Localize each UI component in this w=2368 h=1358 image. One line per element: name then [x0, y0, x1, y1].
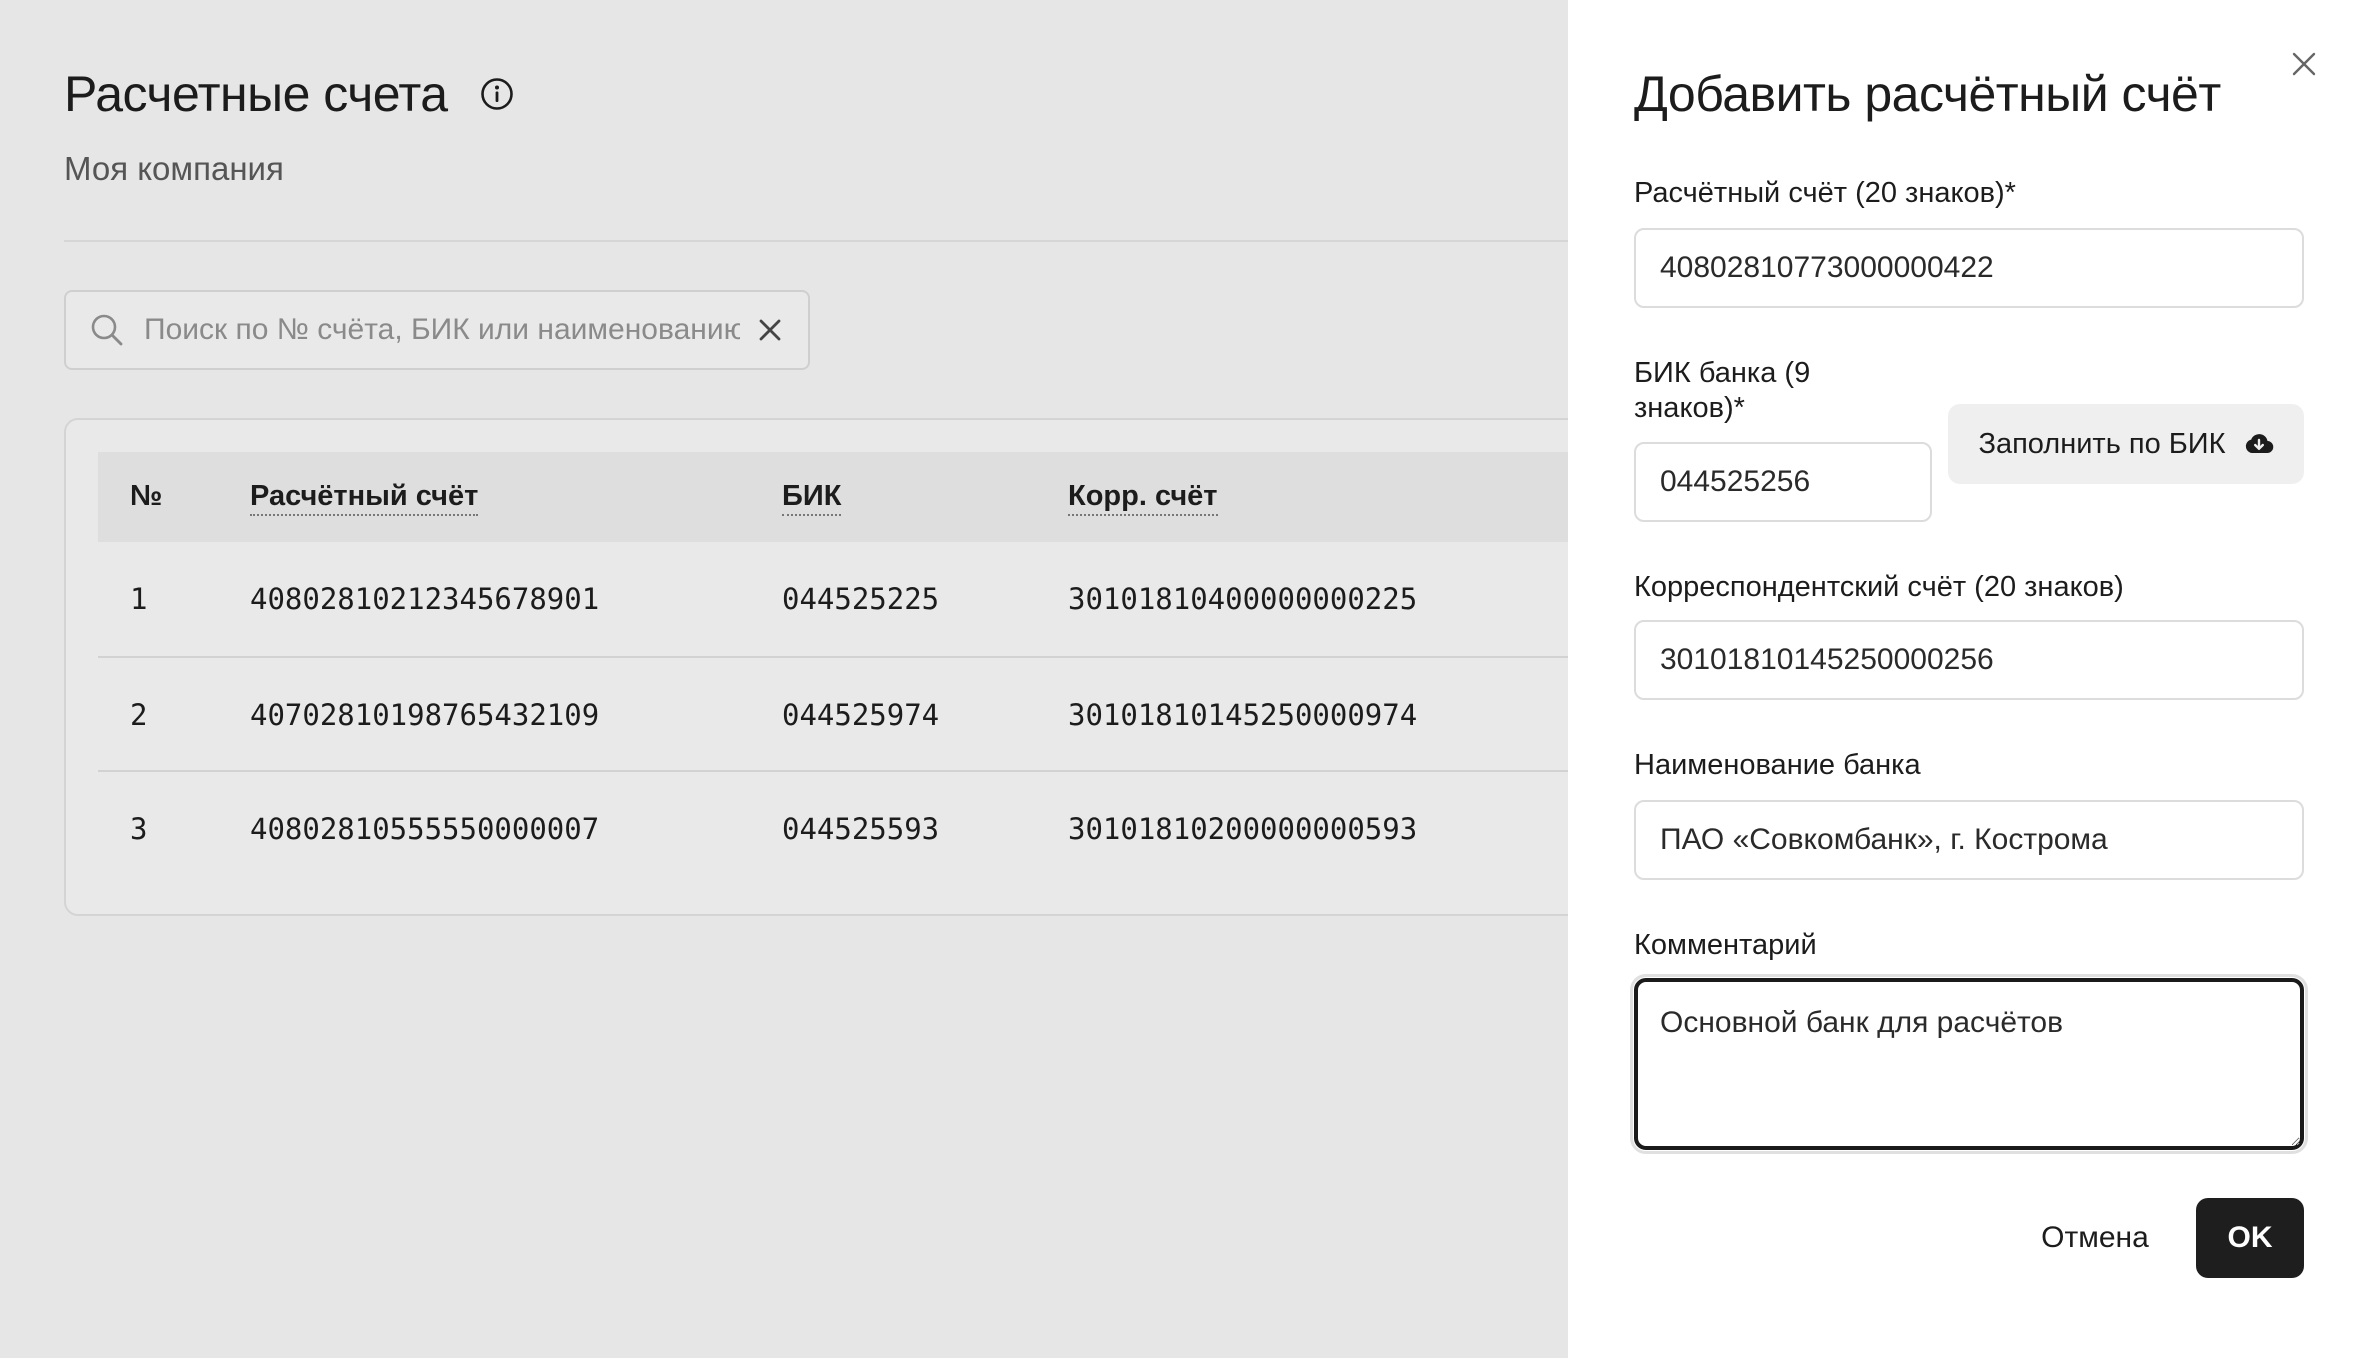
- cell-bik: 044525225: [782, 582, 940, 616]
- bank-name-field[interactable]: [1634, 800, 2304, 880]
- fill-by-bik-button[interactable]: Заполнить по БИК: [1948, 404, 2304, 484]
- page-title-row: Расчетные счета: [64, 62, 514, 126]
- search-input[interactable]: [142, 312, 742, 348]
- close-icon[interactable]: [2288, 48, 2320, 80]
- drawer-title: Добавить расчётный счёт: [1634, 66, 2221, 122]
- corr-account-label: Корреспондентский счёт (20 знаков): [1634, 571, 2124, 603]
- column-header-account[interactable]: Расчётный счёт: [250, 480, 479, 516]
- page-subtitle: Моя компания: [64, 150, 284, 187]
- cell-number: 1: [130, 582, 148, 616]
- cancel-button[interactable]: Отмена: [2020, 1198, 2170, 1278]
- divider: [64, 240, 1584, 242]
- bank-name-label: Наименование банка: [1634, 749, 1921, 781]
- corr-account-field[interactable]: [1634, 620, 2304, 700]
- column-header-corr[interactable]: Корр. счёт: [1068, 480, 1218, 516]
- column-header-number: №: [130, 480, 163, 512]
- comment-field[interactable]: Основной банк для расчётов: [1630, 974, 2308, 1154]
- cell-account: 40702810198765432109: [250, 698, 600, 732]
- cloud-download-icon: [2244, 431, 2274, 457]
- ok-button[interactable]: OK: [2196, 1198, 2304, 1278]
- search-box: [64, 290, 810, 370]
- fill-by-bik-label: Заполнить по БИК: [1978, 427, 2226, 460]
- column-header-bik[interactable]: БИК: [782, 480, 842, 516]
- page-title: Расчетные счета: [64, 66, 448, 122]
- cell-account: 40802810212345678901: [250, 582, 600, 616]
- account-label: Расчётный счёт (20 знаков)*: [1634, 177, 2016, 209]
- cell-number: 2: [130, 698, 148, 732]
- bik-field[interactable]: [1634, 442, 1932, 522]
- cell-corr: 30101810145250000974: [1068, 698, 1418, 732]
- cell-account: 40802810555550000007: [250, 812, 600, 846]
- cell-corr: 30101810200000000593: [1068, 812, 1418, 846]
- cell-bik: 044525974: [782, 698, 940, 732]
- info-icon[interactable]: [480, 77, 514, 111]
- account-field[interactable]: [1634, 228, 2304, 308]
- bik-label: БИК банка (9 знаков)*: [1634, 357, 1811, 424]
- comment-label: Комментарий: [1634, 929, 1817, 961]
- accounts-table: № Расчётный счёт БИК Корр. счёт 1 408028…: [64, 418, 1624, 916]
- clear-search-icon[interactable]: [756, 316, 784, 344]
- cell-bik: 044525593: [782, 812, 940, 846]
- table-row[interactable]: 3 40802810555550000007 044525593 3010181…: [98, 772, 1622, 886]
- cell-number: 3: [130, 812, 148, 846]
- search-icon: [90, 313, 124, 347]
- table-header: № Расчётный счёт БИК Корр. счёт: [98, 452, 1622, 542]
- table-row[interactable]: 2 40702810198765432109 044525974 3010181…: [98, 658, 1622, 772]
- table-row[interactable]: 1 40802810212345678901 044525225 3010181…: [98, 542, 1622, 656]
- cell-corr: 30101810400000000225: [1068, 582, 1418, 616]
